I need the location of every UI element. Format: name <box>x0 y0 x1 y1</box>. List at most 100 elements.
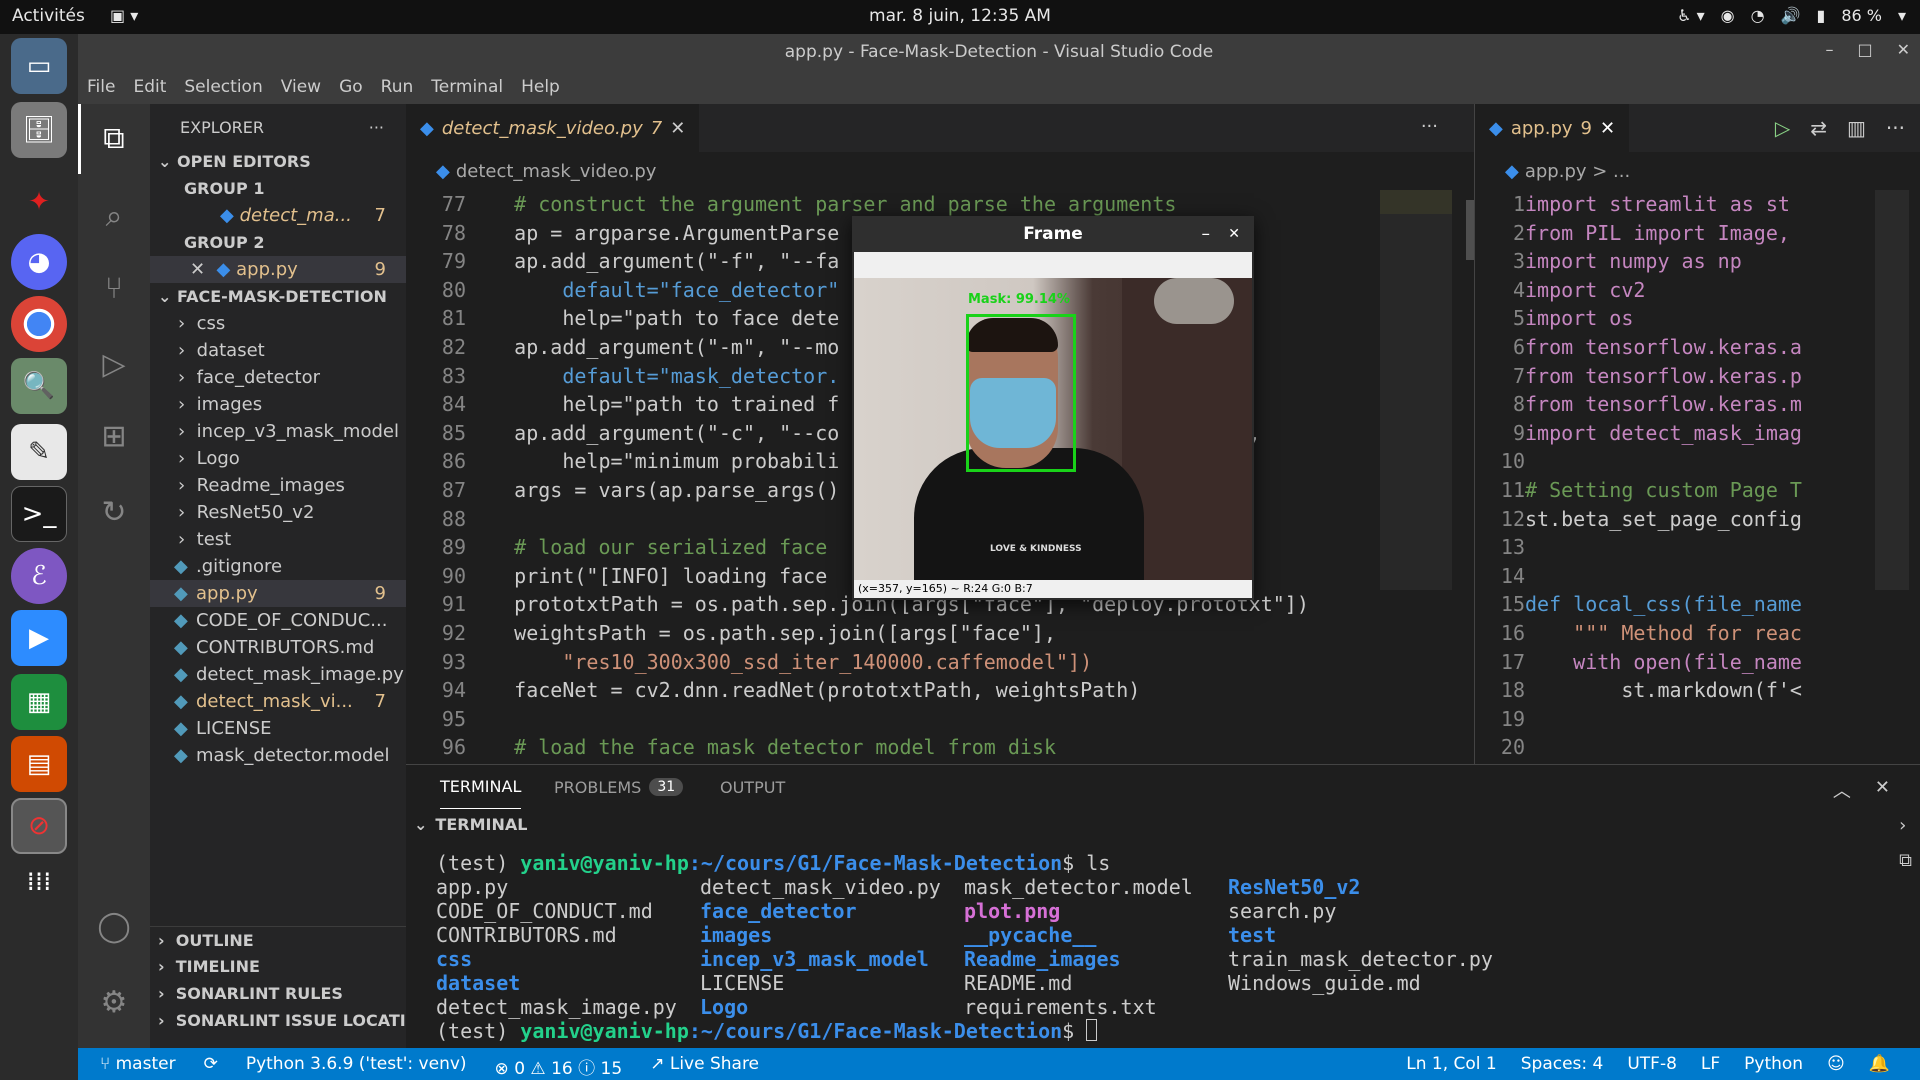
system-tray[interactable]: ♿ ▾ ◉ ◔ 🔊 ▮ 86 % ▾ <box>1677 6 1906 25</box>
notifications-bell-icon[interactable]: 🔔 <box>1869 1054 1890 1074</box>
file-item[interactable]: ◆ detect_mask_vi... 7 <box>150 688 406 715</box>
menu-selection[interactable]: Selection <box>175 70 271 104</box>
end-of-line[interactable]: LF <box>1701 1054 1720 1074</box>
breadcrumb-item[interactable]: detect_mask_video.py <box>456 161 657 182</box>
close-tab-icon[interactable]: ✕ <box>1600 118 1615 139</box>
indentation[interactable]: Spaces: 4 <box>1521 1054 1604 1074</box>
image-viewer-app-icon[interactable]: 🔍 <box>11 358 67 414</box>
file-item[interactable]: ◆ CONTRIBUTORS.md <box>150 634 406 661</box>
frame-titlebar[interactable]: Frame – ✕ <box>852 216 1254 252</box>
open-changes-icon[interactable]: ⇄ <box>1810 116 1827 140</box>
discord-tray-icon[interactable]: ◉ <box>1721 6 1735 25</box>
accounts-icon[interactable]: ◯ <box>92 904 136 948</box>
scrollbar-thumb[interactable] <box>1466 200 1474 260</box>
code-area[interactable]: 1import streamlit as st 2from PIL import … <box>1475 190 1802 762</box>
tab-detect-mask-video[interactable]: ◆ detect_mask_video.py 7 ✕ <box>406 104 700 152</box>
outline-section[interactable]: › OUTLINE <box>150 926 406 953</box>
file-item[interactable]: ◆ mask_detector.model <box>150 742 406 769</box>
minimize-icon[interactable]: – <box>1825 40 1833 59</box>
close-panel-icon[interactable]: ✕ <box>1875 777 1890 803</box>
folder-item[interactable]: › Logo <box>150 445 406 472</box>
zoom-app-icon[interactable]: ▶ <box>11 610 67 666</box>
live-share-button[interactable]: ↗ Live Share <box>650 1054 759 1079</box>
clock[interactable]: mar. 8 juin, 12:35 AM <box>0 6 1920 26</box>
sonarlint-rules-section[interactable]: › SONARLINT RULES <box>150 980 406 1007</box>
extensions-icon[interactable]: ⊞ <box>92 414 136 458</box>
presentation-app-icon[interactable]: ▤ <box>11 736 67 792</box>
timeline-section[interactable]: › TIMELINE <box>150 953 406 980</box>
frame-window[interactable]: Frame – ✕ Mask: 99.14% LOVE & KINDNESS (… <box>852 216 1254 600</box>
run-debug-icon[interactable]: ▷ <box>92 342 136 386</box>
more-actions-icon[interactable]: ··· <box>1421 116 1438 137</box>
minimap[interactable] <box>1380 190 1452 590</box>
terminal-split-icon[interactable]: ⧉ <box>1899 850 1912 871</box>
chrome-app-icon[interactable] <box>11 296 67 352</box>
screenshot-app-icon[interactable]: ▭ <box>11 38 67 94</box>
sync-icon[interactable]: ⟳ <box>204 1054 218 1079</box>
minimap[interactable] <box>1875 190 1909 590</box>
breadcrumb-item[interactable]: app.py > ... <box>1525 161 1630 182</box>
terminal-section-header[interactable]: ⌄ TERMINAL <box>414 815 527 834</box>
close-icon[interactable]: ✕ <box>1228 216 1240 252</box>
menu-go[interactable]: Go <box>330 70 372 104</box>
menu-edit[interactable]: Edit <box>124 70 175 104</box>
panel-tab-output[interactable]: OUTPUT <box>720 765 785 809</box>
file-item[interactable]: ◆ CODE_OF_CONDUC... <box>150 607 406 634</box>
panel-tab-terminal[interactable]: TERMINAL <box>440 765 522 809</box>
more-actions-icon[interactable]: ··· <box>369 118 384 137</box>
text-editor-app-icon[interactable]: ✎ <box>11 424 67 480</box>
discord-app-icon[interactable]: ◕ <box>11 234 67 290</box>
maximize-panel-icon[interactable]: ︿ <box>1833 777 1851 803</box>
open-editors-section[interactable]: ⌄ OPEN EDITORS <box>150 148 406 175</box>
problems-indicator[interactable]: ⊗ 0 ⚠ 16 ⓘ 15 <box>495 1054 623 1079</box>
open-editor-item-active[interactable]: ✕ ◆ app.py 9 <box>150 256 406 283</box>
folder-item[interactable]: › face_detector <box>150 364 406 391</box>
terminal-output[interactable]: (test) yaniv@yaniv-hp:~/cours/G1/Face-Ma… <box>436 851 1493 1043</box>
live-share-icon[interactable]: ↻ <box>92 490 136 534</box>
files-app-icon[interactable]: 🗄 <box>11 102 67 158</box>
terminal-app-icon[interactable]: >_ <box>11 486 67 542</box>
emacs-app-icon[interactable]: ℰ <box>11 548 67 604</box>
explorer-icon[interactable]: ⧉ <box>92 116 136 160</box>
split-editor-icon[interactable]: ▥ <box>1847 116 1866 140</box>
run-file-icon[interactable]: ▷ <box>1775 116 1790 140</box>
anydesk-app-icon[interactable]: ✦ <box>11 174 67 230</box>
search-icon[interactable]: ⌕ <box>92 194 136 238</box>
menu-file[interactable]: File <box>78 70 124 104</box>
close-editor-icon[interactable]: ✕ <box>190 259 217 280</box>
open-editor-item[interactable]: ◆ detect_ma... 7 <box>150 202 406 229</box>
maximize-icon[interactable]: □ <box>1857 40 1872 59</box>
menu-run[interactable]: Run <box>372 70 423 104</box>
close-icon[interactable]: ✕ <box>1897 40 1910 59</box>
sonarlint-issues-section[interactable]: › SONARLINT ISSUE LOCATI... <box>150 1007 406 1034</box>
branch-indicator[interactable]: ⑂ master <box>100 1054 176 1079</box>
more-actions-icon[interactable]: ··· <box>1886 116 1905 140</box>
file-item[interactable]: ◆ detect_mask_image.py <box>150 661 406 688</box>
spreadsheet-app-icon[interactable]: ▦ <box>11 674 67 730</box>
folder-item[interactable]: › incep_v3_mask_model <box>150 418 406 445</box>
menu-help[interactable]: Help <box>512 70 569 104</box>
tab-app-py[interactable]: ◆ app.py 9 ✕ <box>1475 104 1630 152</box>
error-app-icon[interactable]: ⊘ <box>11 798 67 854</box>
folder-item[interactable]: › dataset <box>150 337 406 364</box>
accessibility-icon[interactable]: ♿ ▾ <box>1677 6 1704 25</box>
python-interpreter[interactable]: Python 3.6.9 ('test': venv) <box>246 1054 467 1079</box>
encoding[interactable]: UTF-8 <box>1627 1054 1677 1074</box>
language-mode[interactable]: Python <box>1744 1054 1803 1074</box>
file-item[interactable]: ◆ LICENSE <box>150 715 406 742</box>
cursor-position[interactable]: Ln 1, Col 1 <box>1406 1054 1497 1074</box>
project-section[interactable]: ⌄ FACE-MASK-DETECTION <box>150 283 406 310</box>
chevron-right-icon[interactable]: › <box>1899 815 1912 836</box>
folder-item[interactable]: › Readme_images <box>150 472 406 499</box>
power-menu-icon[interactable]: ▾ <box>1898 6 1906 25</box>
file-item[interactable]: ◆ .gitignore <box>150 553 406 580</box>
menu-terminal[interactable]: Terminal <box>422 70 512 104</box>
folder-item[interactable]: › ResNet50_v2 <box>150 499 406 526</box>
close-tab-icon[interactable]: ✕ <box>670 118 685 139</box>
folder-item[interactable]: › css <box>150 310 406 337</box>
folder-item[interactable]: › images <box>150 391 406 418</box>
file-item[interactable]: ◆ app.py 9 <box>150 580 406 607</box>
settings-gear-icon[interactable]: ⚙ <box>92 980 136 1024</box>
panel-tab-problems[interactable]: PROBLEMS 31 <box>554 765 684 809</box>
show-apps-icon[interactable]: ⁞⁞⁞ <box>11 854 67 910</box>
